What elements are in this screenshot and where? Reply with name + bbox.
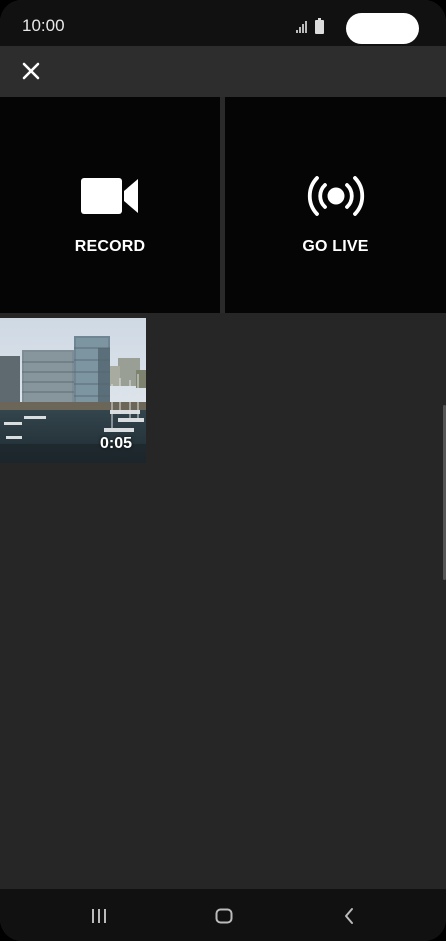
record-label: RECORD [74,238,146,255]
back-button[interactable] [329,899,369,933]
battery-icon [315,18,324,34]
video-camera-icon [81,178,138,214]
go-live-button[interactable]: GO LIVE [225,97,446,313]
close-icon [22,62,40,80]
top-toolbar [0,46,446,97]
close-button[interactable] [14,54,48,88]
status-bar: 10:00 [0,0,446,46]
device-screen: 10:00 RECORD GO LIVE 0:05 [0,0,446,941]
broadcast-icon [307,176,364,216]
back-icon [345,908,353,924]
video-duration: 0:05 [99,435,132,452]
recent-apps-icon [92,909,106,923]
home-icon [215,908,233,924]
signal-icon [296,21,307,33]
home-button[interactable] [204,899,244,933]
navigation-bar [0,889,446,941]
record-button[interactable]: RECORD [0,97,220,313]
go-live-label: GO LIVE [302,238,369,255]
status-time: 10:00 [22,16,65,35]
camera-cutout [346,13,419,44]
video-thumbnail[interactable]: 0:05 [0,318,146,463]
recent-apps-button[interactable] [79,899,119,933]
